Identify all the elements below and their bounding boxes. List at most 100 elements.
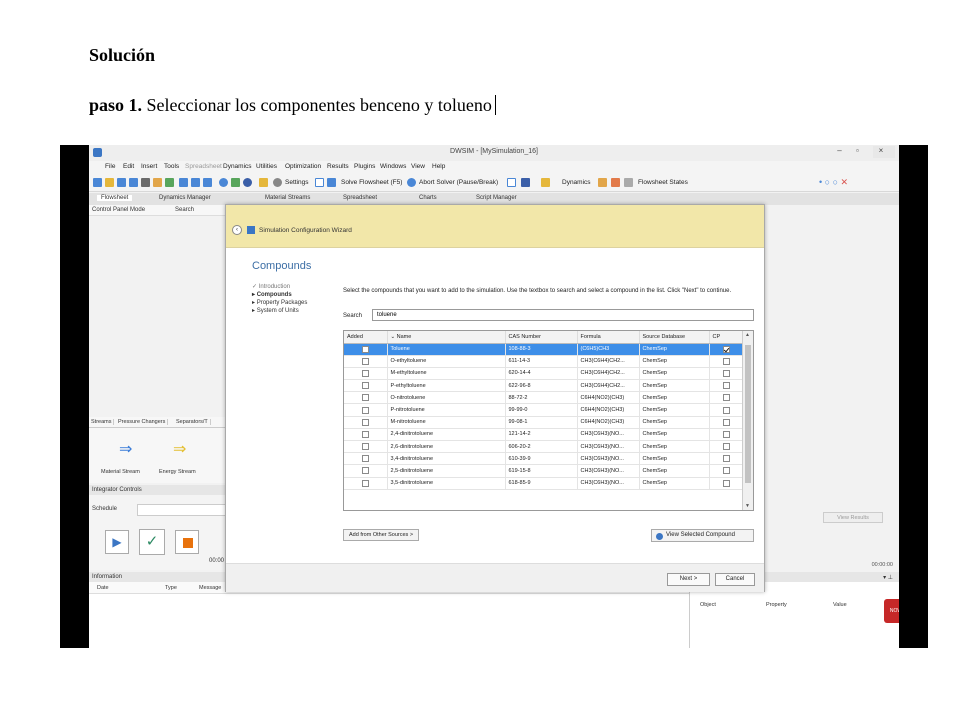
unchecked-checkbox[interactable] <box>722 394 730 402</box>
scroll-down-icon[interactable]: ▼ <box>745 503 750 509</box>
added-checkbox[interactable] <box>344 355 388 368</box>
cp-checkbox[interactable] <box>709 440 744 454</box>
pin-icon[interactable]: ▾ ⊥ <box>883 574 893 581</box>
view-selected-compound-button[interactable]: View Selected Compound <box>651 529 754 542</box>
search-button[interactable]: Search <box>175 207 194 213</box>
unchecked-checkbox[interactable] <box>722 467 730 475</box>
unchecked-checkbox[interactable] <box>722 406 730 414</box>
search-input[interactable]: toluene <box>372 309 754 321</box>
integrator-icon[interactable] <box>541 178 550 187</box>
unchecked-checkbox[interactable] <box>361 455 369 463</box>
table-row[interactable]: Toluene 108-88-3 (C6H5)CH3 ChemSep <box>344 343 744 356</box>
col-source-database[interactable]: Source Database <box>639 331 710 344</box>
database-icon[interactable] <box>243 178 252 187</box>
report-icon[interactable] <box>259 178 268 187</box>
tab-material-streams[interactable]: Material Streams <box>265 195 310 201</box>
menu-windows[interactable]: Windows <box>380 163 406 170</box>
menu-insert[interactable]: Insert <box>141 163 157 170</box>
next-button[interactable]: Next > <box>667 573 710 586</box>
flowsheet-states-button[interactable]: Flowsheet States <box>638 179 688 186</box>
cp-checkbox[interactable] <box>709 452 744 466</box>
unchecked-checkbox[interactable] <box>361 406 369 414</box>
stop-button[interactable] <box>175 530 199 554</box>
unchecked-checkbox[interactable] <box>361 418 369 426</box>
table-row[interactable]: 2,6-dinitrotoluene 606-20-2 CH3(C6H3)(NO..… <box>344 440 744 454</box>
unchecked-checkbox[interactable] <box>361 369 369 377</box>
cp-checkbox[interactable] <box>709 403 744 417</box>
col-formula[interactable]: Formula <box>577 331 640 344</box>
cp-checkbox[interactable] <box>709 464 744 478</box>
palette-tab-pressure-changers[interactable]: Pressure Changers <box>116 419 169 425</box>
menu-file[interactable]: File <box>105 163 115 170</box>
settings-icon[interactable] <box>273 178 282 187</box>
save-icon[interactable] <box>117 178 126 187</box>
add-other-sources-button[interactable]: Add from Other Sources > <box>343 529 420 541</box>
added-checkbox[interactable] <box>344 391 388 405</box>
tab-charts[interactable]: Charts <box>419 195 437 201</box>
play-button[interactable]: ▶ <box>105 530 129 554</box>
col-cas-number[interactable]: CAS Number <box>505 331 578 344</box>
refresh-icon[interactable] <box>507 178 516 187</box>
added-checkbox[interactable] <box>344 440 388 454</box>
menu-tools[interactable]: Tools <box>164 163 179 170</box>
cp-checkbox[interactable] <box>709 391 744 405</box>
unchecked-checkbox[interactable] <box>722 430 730 438</box>
unchecked-checkbox[interactable] <box>722 382 730 390</box>
new-icon[interactable] <box>93 178 102 187</box>
run-check-button[interactable]: ✓ <box>139 529 165 555</box>
palette-tab-separators[interactable]: Separators/T <box>174 419 211 425</box>
step-compounds[interactable]: ▸ Compounds <box>252 291 307 299</box>
unchecked-checkbox[interactable] <box>722 357 730 365</box>
save-as-icon[interactable] <box>129 178 138 187</box>
print-icon[interactable] <box>141 178 150 187</box>
added-checkbox[interactable] <box>344 477 388 490</box>
cp-checkbox[interactable] <box>709 355 744 368</box>
tab-dynamics-manager[interactable]: Dynamics Manager <box>159 195 211 201</box>
back-arrow-icon[interactable]: ‹ <box>232 225 242 235</box>
menu-optimization[interactable]: Optimization <box>285 163 321 170</box>
cancel-button[interactable]: Cancel <box>715 573 755 586</box>
unchecked-checkbox[interactable] <box>722 455 730 463</box>
grid-scrollbar[interactable]: ▲ ▼ <box>742 331 753 510</box>
added-checkbox[interactable] <box>344 452 388 466</box>
tab-spreadsheet[interactable]: Spreadsheet <box>343 195 377 201</box>
cp-checkbox[interactable] <box>709 379 744 393</box>
solve-icon[interactable] <box>327 178 336 187</box>
open-icon[interactable] <box>105 178 114 187</box>
col-cp[interactable]: CP <box>709 331 744 344</box>
abort-solver-button[interactable]: Abort Solver (Pause/Break) <box>419 179 498 186</box>
table-row[interactable]: M-ethyltoluene 620-14-4 CH3(C6H4)CH2... Che… <box>344 367 744 381</box>
added-checkbox[interactable] <box>344 379 388 393</box>
tab-flowsheet[interactable]: Flowsheet <box>97 195 133 201</box>
solve-flowsheet-button[interactable]: Solve Flowsheet (F5) <box>341 179 402 186</box>
wrench-icon[interactable] <box>598 178 607 187</box>
unchecked-checkbox[interactable] <box>722 418 730 426</box>
added-checkbox[interactable] <box>344 367 388 381</box>
unchecked-checkbox[interactable] <box>361 357 369 365</box>
col-added[interactable]: Added <box>344 331 388 344</box>
added-checkbox[interactable] <box>344 343 388 356</box>
menu-edit[interactable]: Edit <box>123 163 134 170</box>
table-row[interactable]: P-nitrotoluene 99-99-0 C6H4(NO2)(CH3) ChemS… <box>344 403 744 417</box>
paste-icon[interactable] <box>165 178 174 187</box>
schedule-select[interactable] <box>137 504 227 516</box>
close-icon[interactable]: × <box>873 146 895 158</box>
settings-label[interactable]: Settings <box>285 179 309 186</box>
dynamics-mode-icon[interactable] <box>521 178 530 187</box>
abort-icon[interactable] <box>407 178 416 187</box>
menu-results[interactable]: Results <box>327 163 349 170</box>
cp-checkbox[interactable] <box>709 477 744 490</box>
menu-utilities[interactable]: Utilities <box>256 163 277 170</box>
table-row[interactable]: 3,5-dinitrotoluene 618-85-9 CH3(C6H3)(NO..… <box>344 477 744 490</box>
unchecked-checkbox[interactable] <box>361 394 369 402</box>
globe-icon[interactable] <box>219 178 228 187</box>
energy-stream-icon[interactable]: ⇒ <box>173 439 186 459</box>
window-controls[interactable]: – ▫ × <box>837 146 895 158</box>
cp-checkbox[interactable] <box>709 416 744 429</box>
col-name[interactable]: ⌄ Name <box>387 331 506 344</box>
added-checkbox[interactable] <box>344 464 388 478</box>
scroll-up-icon[interactable]: ▲ <box>745 332 750 338</box>
view-results-button[interactable]: View Results <box>823 512 883 523</box>
added-checkbox[interactable] <box>344 403 388 417</box>
plugin-icon[interactable] <box>611 178 620 187</box>
